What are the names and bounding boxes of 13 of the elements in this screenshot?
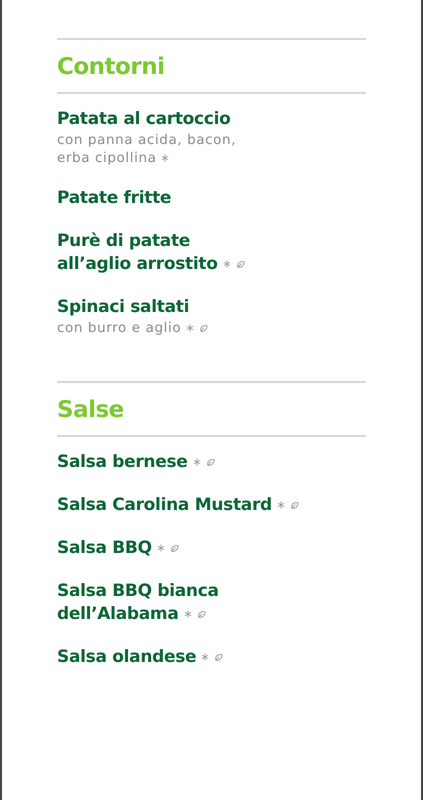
dish-name: Salsa BBQ bianca dell’Alabama xyxy=(57,581,219,624)
dish-name: Purè di patate all’aglio arrostito xyxy=(57,231,218,274)
dish-name: Salsa BBQ xyxy=(57,538,152,558)
section-heading: Salse xyxy=(57,396,125,425)
dish-description: con panna acida, bacon, erba cipollina xyxy=(57,132,236,166)
dish-name: Salsa Carolina Mustard xyxy=(57,495,272,515)
dish-name: Patata al cartoccio xyxy=(57,109,231,129)
dish-name: Salsa bernese xyxy=(57,452,188,472)
dish-name: Spinaci saltati xyxy=(57,297,190,317)
dish-description: con burro e aglio xyxy=(57,320,182,336)
dish-name: Salsa olandese xyxy=(57,647,196,667)
dish-name: Patate fritte xyxy=(57,188,172,208)
section-heading: Contorni xyxy=(57,53,166,82)
